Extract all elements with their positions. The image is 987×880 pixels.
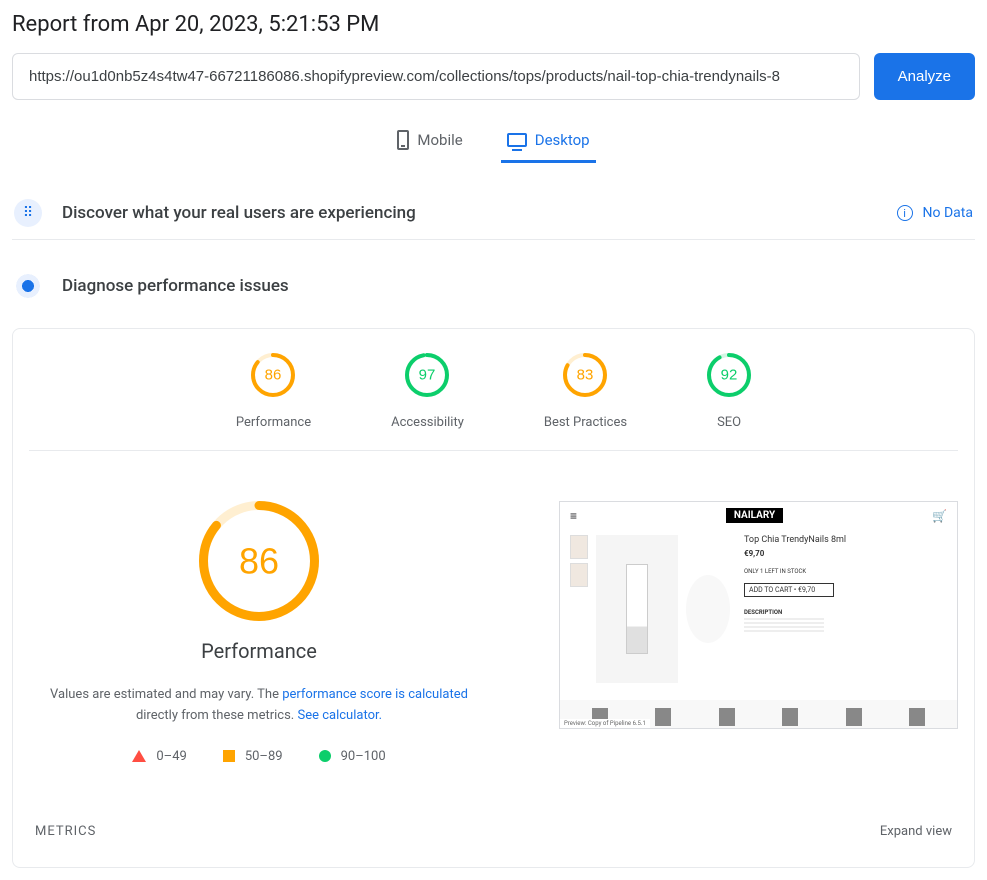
gauge-icon: 97 bbox=[405, 353, 449, 397]
desktop-icon bbox=[507, 133, 527, 147]
nodata-link[interactable]: i No Data bbox=[897, 205, 973, 221]
score-label: SEO bbox=[707, 415, 751, 430]
legend-avg: 50–89 bbox=[223, 749, 283, 764]
detail-text: Values are estimated and may vary. The p… bbox=[29, 685, 489, 727]
pv-price: €9,70 bbox=[744, 549, 947, 558]
url-row: Analyze bbox=[12, 53, 975, 100]
nodata-label: No Data bbox=[923, 205, 973, 221]
pv-caption: Preview: Copy of Pipeline 6.5.1 bbox=[560, 719, 650, 728]
score-best-practices[interactable]: 83 Best Practices bbox=[544, 353, 627, 430]
info-icon: i bbox=[897, 205, 913, 221]
circle-icon bbox=[319, 750, 331, 762]
svg-text:97: 97 bbox=[419, 367, 436, 384]
triangle-icon bbox=[132, 750, 146, 762]
analyze-button[interactable]: Analyze bbox=[874, 53, 975, 100]
page-title: Report from Apr 20, 2023, 5:21:53 PM bbox=[12, 12, 975, 37]
pv-info: Top Chia TrendyNails 8ml €9,70 ONLY 1 LE… bbox=[738, 535, 947, 683]
mobile-icon bbox=[397, 130, 409, 150]
pv-thumb bbox=[570, 535, 588, 559]
svg-text:92: 92 bbox=[721, 367, 738, 384]
tab-mobile-label: Mobile bbox=[417, 131, 462, 149]
scores-row: 86 Performance 97 Accessibility 83 Best Pra… bbox=[29, 353, 958, 451]
tab-desktop[interactable]: Desktop bbox=[501, 120, 596, 163]
cart-icon: 🛒 bbox=[932, 509, 947, 523]
legend-pass: 90–100 bbox=[319, 749, 386, 764]
url-input[interactable] bbox=[12, 53, 860, 100]
score-label: Accessibility bbox=[391, 415, 464, 430]
score-label: Performance bbox=[236, 415, 311, 430]
pv-cart-button: ADD TO CART • €9,70 bbox=[744, 583, 834, 597]
detail-title: Performance bbox=[29, 639, 489, 663]
hamburger-icon: ≡ bbox=[570, 509, 577, 523]
score-label: Best Practices bbox=[544, 415, 627, 430]
crux-title: Discover what your real users are experi… bbox=[62, 203, 416, 223]
performance-gauge-large: 86 bbox=[199, 501, 319, 621]
svg-text:86: 86 bbox=[265, 367, 282, 384]
page-screenshot: ≡ NAILARY 🛒 Top Chia TrendyNails 8ml €9,… bbox=[559, 501, 958, 729]
detail-text-1: Values are estimated and may vary. The bbox=[50, 687, 282, 702]
gauge-icon: 86 bbox=[251, 353, 295, 397]
expand-view-button[interactable]: Expand view bbox=[880, 824, 952, 839]
diagnose-icon bbox=[14, 272, 42, 300]
diagnose-box: 86 Performance 97 Accessibility 83 Best Pra… bbox=[12, 328, 975, 868]
detail-text-2: directly from these metrics. bbox=[136, 708, 298, 723]
device-tabs: Mobile Desktop bbox=[12, 120, 975, 163]
svg-text:86: 86 bbox=[239, 541, 279, 582]
detail-row: 86 Performance Values are estimated and … bbox=[29, 451, 958, 764]
brand-logo: NAILARY bbox=[726, 508, 783, 523]
legend-r2: 50–89 bbox=[245, 749, 283, 764]
pv-desc: DESCRIPTION bbox=[744, 609, 947, 616]
legend-r1: 0–49 bbox=[156, 749, 186, 764]
gauge-icon: 92 bbox=[707, 353, 751, 397]
tab-desktop-label: Desktop bbox=[535, 131, 590, 149]
square-icon bbox=[223, 750, 235, 762]
diag-title: Diagnose performance issues bbox=[62, 276, 289, 296]
users-icon: ⠿ bbox=[14, 199, 42, 227]
pv-stock: ONLY 1 LEFT IN STOCK bbox=[744, 568, 947, 575]
perf-calc-link[interactable]: performance score is calculated bbox=[282, 687, 468, 702]
gauge-icon: 83 bbox=[563, 353, 607, 397]
pv-main-image bbox=[596, 535, 678, 683]
diag-section: Diagnose performance issues bbox=[12, 260, 975, 312]
legend: 0–49 50–89 90–100 bbox=[29, 749, 489, 764]
pv-product-title: Top Chia TrendyNails 8ml bbox=[744, 535, 947, 545]
score-seo[interactable]: 92 SEO bbox=[707, 353, 751, 430]
metrics-label: METRICS bbox=[35, 824, 96, 839]
pv-thumb bbox=[570, 563, 588, 587]
svg-text:83: 83 bbox=[577, 367, 594, 384]
score-accessibility[interactable]: 97 Accessibility bbox=[391, 353, 464, 430]
crux-section: ⠿ Discover what your real users are expe… bbox=[12, 187, 975, 240]
tab-mobile[interactable]: Mobile bbox=[391, 120, 468, 163]
metrics-row: METRICS Expand view bbox=[29, 820, 958, 843]
pv-thumbs bbox=[570, 535, 588, 683]
calculator-link[interactable]: See calculator. bbox=[297, 708, 382, 723]
pv-swatch bbox=[686, 575, 730, 643]
score-performance[interactable]: 86 Performance bbox=[236, 353, 311, 430]
legend-fail: 0–49 bbox=[132, 749, 186, 764]
legend-r3: 90–100 bbox=[341, 749, 386, 764]
detail-left: 86 Performance Values are estimated and … bbox=[29, 501, 489, 764]
